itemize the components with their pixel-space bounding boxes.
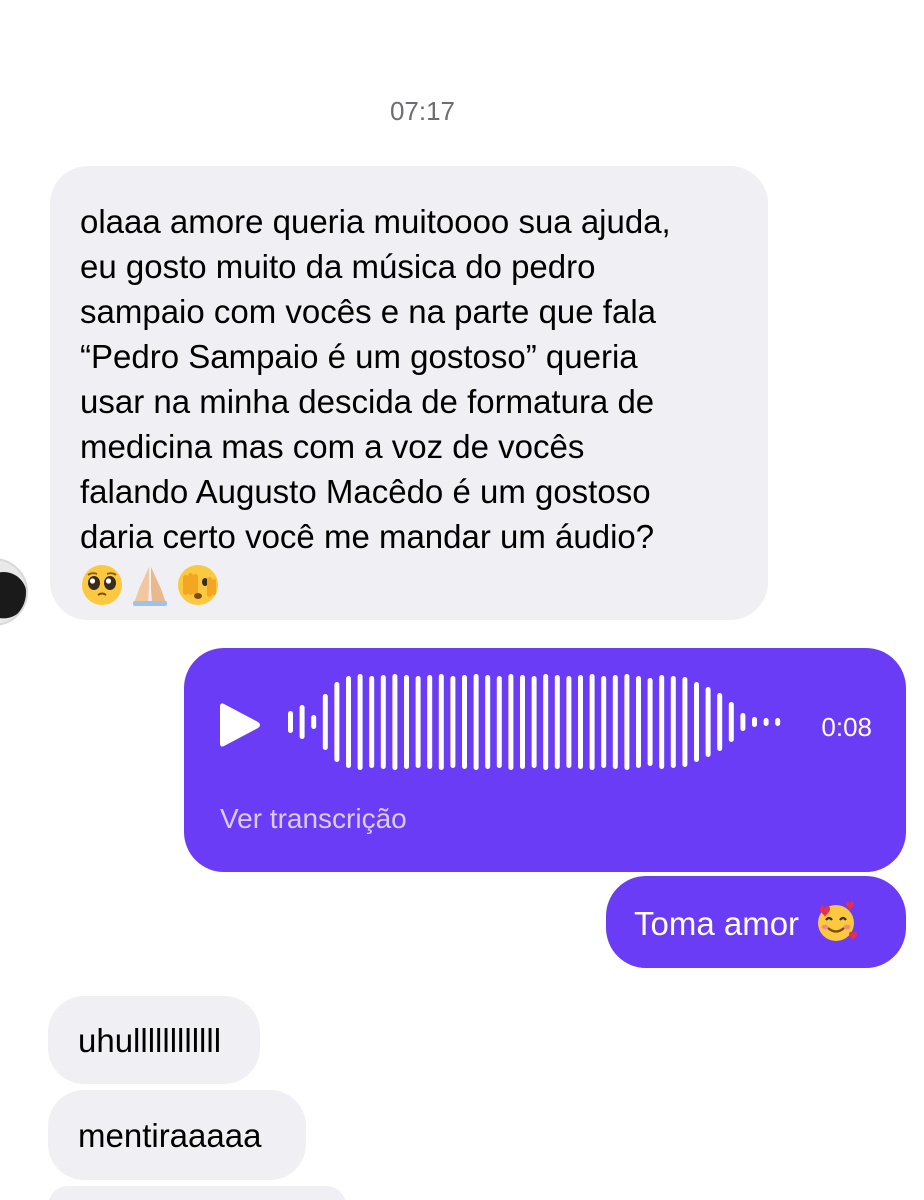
waveform-bar xyxy=(775,718,781,726)
waveform-bar xyxy=(554,675,560,769)
waveform-bar xyxy=(763,718,769,726)
message-text: Toma amor xyxy=(634,905,800,942)
waveform-bar xyxy=(404,675,409,769)
waveform-bar xyxy=(380,675,386,769)
outgoing-audio-message[interactable]: 0:08 Ver transcrição xyxy=(184,648,906,872)
waveform-bar xyxy=(740,713,746,731)
incoming-message-bubble[interactable]: uhullllllllllll xyxy=(48,996,260,1084)
waveform-bar xyxy=(462,675,467,769)
waveform-bar xyxy=(589,674,595,770)
waveform-bar xyxy=(531,676,537,768)
waveform-bar xyxy=(694,682,699,762)
message-line: daria certo você me mandar um áudio? xyxy=(80,518,655,555)
waveform-bar xyxy=(369,676,375,768)
message-line: eu gosto muito da música do pedro xyxy=(80,248,596,285)
waveform-bar xyxy=(357,674,363,770)
waveform-bar xyxy=(566,676,572,768)
message-timestamp: 07:17 xyxy=(389,96,456,126)
waveform-bar xyxy=(752,717,757,727)
waveform-bar xyxy=(612,675,618,769)
message-line: sampaio com vocês e na parte que fala xyxy=(80,293,657,330)
incoming-message-bubble[interactable]: olaaa amore queria muitoooo sua ajuda, e… xyxy=(50,166,768,620)
waveform-bar xyxy=(346,676,351,768)
audio-waveform[interactable] xyxy=(288,672,788,772)
emoji-row xyxy=(80,561,740,609)
folded-hands-emoji xyxy=(133,567,167,606)
waveform-bar xyxy=(508,674,514,770)
waveform-bar xyxy=(601,676,607,768)
waveform-bar xyxy=(578,675,583,769)
waveform-bar xyxy=(415,676,421,768)
message-line: medicina mas com a voz de vocês xyxy=(80,428,585,465)
incoming-message-bubble-partial[interactable] xyxy=(48,1186,346,1200)
waveform-bar xyxy=(450,676,456,768)
play-icon[interactable] xyxy=(218,700,262,750)
message-line: usar na minha descida de formatura de xyxy=(80,383,655,420)
incoming-message-bubble[interactable]: mentiraaaaa xyxy=(48,1090,306,1180)
waveform-bar xyxy=(392,674,398,770)
waveform-bar xyxy=(334,682,340,762)
message-text: uhullllllllllll xyxy=(78,1022,222,1059)
waveform-bar xyxy=(427,675,433,769)
waveform-bar xyxy=(322,694,328,750)
waveform-bar xyxy=(670,676,676,768)
waveform-bar xyxy=(659,675,665,769)
waveform-bar xyxy=(543,674,549,770)
waveform-bar xyxy=(717,693,723,751)
waveform-bar xyxy=(682,677,688,767)
smiling-face-with-hearts-emoji xyxy=(818,901,858,941)
waveform-bar xyxy=(636,676,641,768)
waveform-bar xyxy=(288,711,293,733)
waveform-bar xyxy=(473,674,479,770)
chat-screen: 07:17 olaaa amore queria muitoooo sua aj… xyxy=(0,0,924,1200)
waveform-bar xyxy=(311,715,317,729)
message-line: falando Augusto Macêdo é um gostoso xyxy=(80,473,651,510)
pleading-face-emoji xyxy=(82,565,122,605)
outgoing-message-bubble[interactable]: Toma amor xyxy=(606,876,906,968)
waveform-bar xyxy=(624,674,630,770)
face-peeking-emoji xyxy=(178,565,218,605)
view-transcription-link[interactable]: Ver transcrição xyxy=(220,796,407,841)
waveform-bar xyxy=(299,705,305,739)
message-line: olaaa amore queria muitoooo sua ajuda, xyxy=(80,203,671,240)
waveform-bar xyxy=(728,702,734,742)
waveform-bar xyxy=(647,678,653,766)
waveform-bar xyxy=(520,675,525,769)
waveform-bar xyxy=(485,675,491,769)
message-line: “Pedro Sampaio é um gostoso” queria xyxy=(80,338,638,375)
contact-avatar[interactable] xyxy=(0,558,28,626)
waveform-bar xyxy=(705,687,711,757)
waveform-bar xyxy=(438,674,444,770)
audio-duration: 0:08 xyxy=(821,712,872,742)
waveform-bar xyxy=(496,676,502,768)
message-text: mentiraaaaa xyxy=(78,1117,262,1154)
